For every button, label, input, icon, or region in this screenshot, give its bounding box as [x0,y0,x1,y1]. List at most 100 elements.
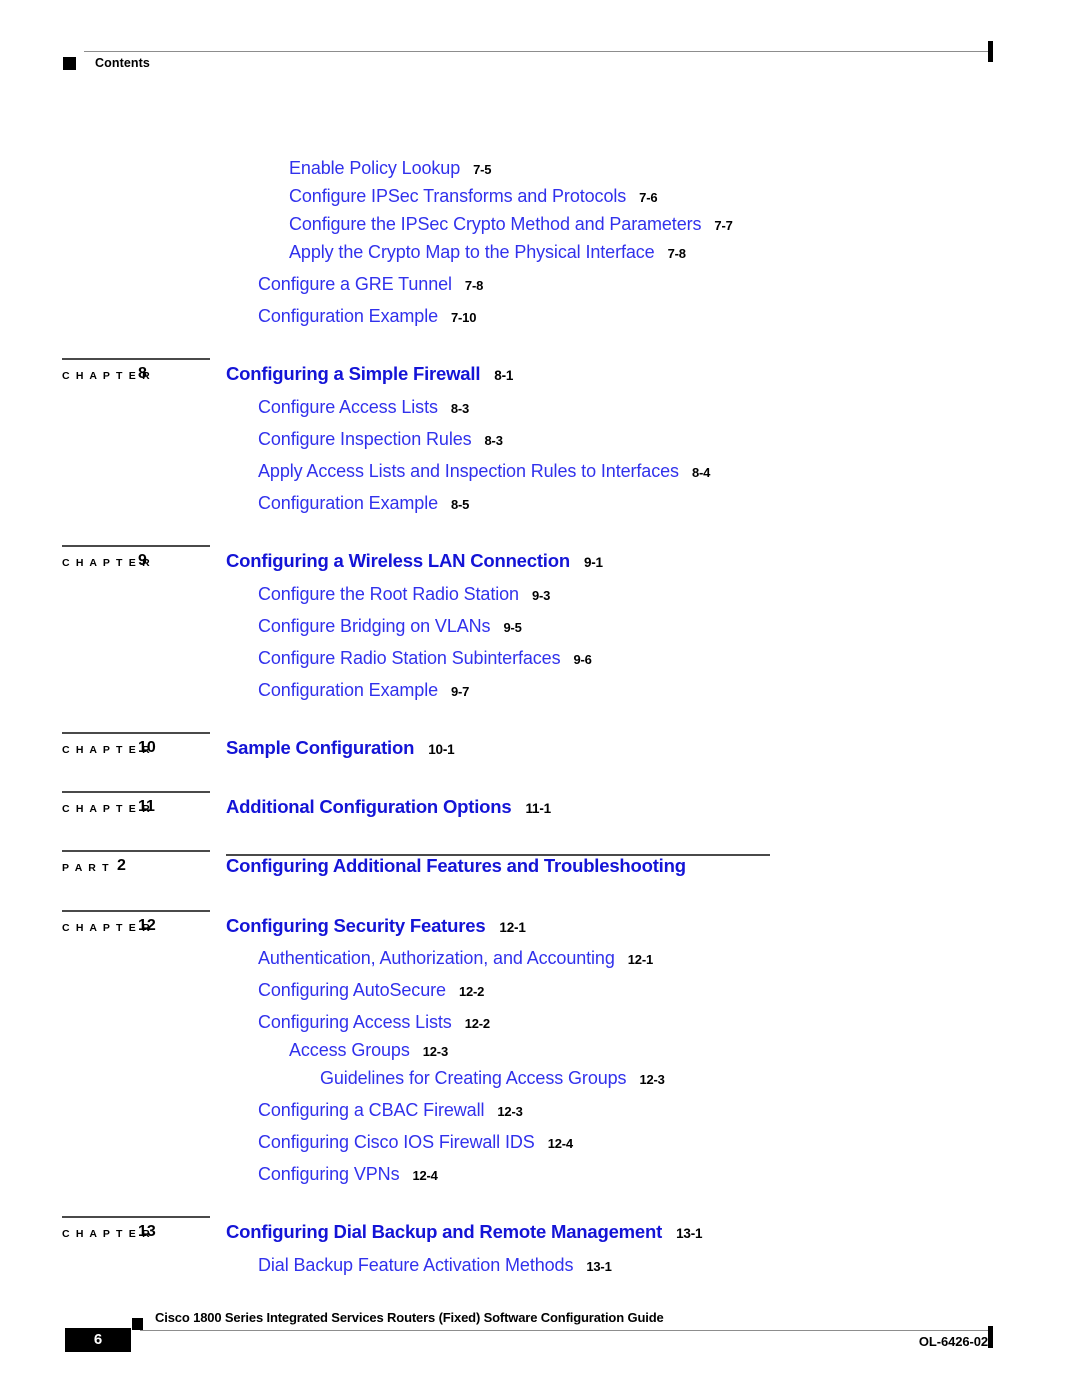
toc-entry[interactable]: Configuring VPNs 12-4 [258,1158,438,1192]
toc-entry[interactable]: Configuration Example 8-5 [258,487,469,521]
toc-entry[interactable]: Configuration Example 7-10 [258,300,476,334]
toc-entry[interactable]: Configuring AutoSecure 12-2 [258,974,484,1008]
toc-entry-title[interactable]: Configure the IPSec Crypto Method and Pa… [289,214,702,234]
toc-entry-page[interactable]: 9-5 [503,620,521,635]
toc-row: Configuration Example 9-7 [0,674,1080,706]
toc-entry-title[interactable]: Authentication, Authorization, and Accou… [258,948,615,968]
toc-entry-title[interactable]: Configure the Root Radio Station [258,584,519,604]
toc-entry-page[interactable]: 7-5 [473,162,491,177]
toc-entry-title[interactable]: Configuring AutoSecure [258,980,446,1000]
toc-entry-title[interactable]: Dial Backup Feature Activation Methods [258,1255,573,1275]
toc-entry[interactable]: Configuring Additional Features and Trou… [226,850,686,882]
toc-row: Configuring Cisco IOS Firewall IDS 12-4 [0,1126,1080,1158]
toc-entry-title[interactable]: Configuring a Wireless LAN Connection [226,550,570,571]
toc-entry[interactable]: Configuring Cisco IOS Firewall IDS 12-4 [258,1126,573,1160]
page-number: 6 [93,1331,103,1348]
part-marker: P A R T 2 [62,850,212,882]
toc-entry-title[interactable]: Configuration Example [258,306,438,326]
toc-entry[interactable]: Dial Backup Feature Activation Methods 13… [258,1249,612,1283]
toc-entry[interactable]: Authentication, Authorization, and Accou… [258,942,653,976]
toc-entry[interactable]: Configure a GRE Tunnel 7-8 [258,268,483,302]
toc-entry-page[interactable]: 8-4 [692,465,710,480]
toc-entry[interactable]: Configuring a CBAC Firewall 12-3 [258,1094,523,1128]
part-label: P A R T [62,862,111,874]
document-title: Cisco 1800 Series Integrated Services Ro… [155,1310,664,1325]
toc-entry-page[interactable]: 8-1 [494,368,513,383]
toc-entry[interactable]: Configuring Dial Backup and Remote Manag… [226,1216,703,1250]
toc-entry-page[interactable]: 7-10 [451,310,476,325]
toc-entry[interactable]: Configuring a Simple Firewall 8-1 [226,358,513,392]
toc-entry[interactable]: Configure Inspection Rules 8-3 [258,423,503,457]
marker-rule [62,545,210,547]
toc-entry[interactable]: Configure Access Lists 8-3 [258,391,469,425]
toc-entry[interactable]: Configuration Example 9-7 [258,674,469,708]
toc-entry-title[interactable]: Configuring Dial Backup and Remote Manag… [226,1221,662,1242]
toc-entry-title[interactable]: Configure a GRE Tunnel [258,274,452,294]
page-footer: 6 Cisco 1800 Series Integrated Services … [0,1290,1080,1397]
toc-entry-page[interactable]: 12-1 [628,952,653,967]
document-id: OL-6426-02 [918,1334,988,1349]
chapter-marker: C H A P T E R 10 [62,732,212,764]
toc-entry[interactable]: Sample Configuration 10-1 [226,732,455,766]
toc-entry-page[interactable]: 12-2 [459,984,484,999]
toc-entry[interactable]: Apply Access Lists and Inspection Rules … [258,455,710,489]
toc-entry-page[interactable]: 12-3 [639,1072,664,1087]
toc-entry-title[interactable]: Configuration Example [258,493,438,513]
toc-entry-page[interactable]: 7-8 [668,246,686,261]
toc-entry-title[interactable]: Configuring Cisco IOS Firewall IDS [258,1132,535,1152]
toc-row: Configuration Example 8-5 [0,487,1080,519]
toc-entry-page[interactable]: 7-6 [639,190,657,205]
toc-entry-page[interactable]: 10-1 [428,742,454,757]
toc-row: Configuring VPNs 12-4 [0,1158,1080,1190]
toc-entry-title[interactable]: Configure Radio Station Subinterfaces [258,648,561,668]
toc-entry-page[interactable]: 9-1 [584,555,603,570]
toc-entry-page[interactable]: 12-4 [548,1136,573,1151]
toc-entry[interactable]: Additional Configuration Options 11-1 [226,791,551,825]
page-header: Contents [0,0,1080,90]
toc-entry-title[interactable]: Configuring a Simple Firewall [226,363,480,384]
toc-entry[interactable]: Configure Radio Station Subinterfaces 9-6 [258,642,592,676]
toc-entry-page[interactable]: 12-3 [497,1104,522,1119]
toc-entry-title[interactable]: Configuring VPNs [258,1164,400,1184]
toc-entry-page[interactable]: 9-6 [574,652,592,667]
toc-entry-title[interactable]: Apply Access Lists and Inspection Rules … [258,461,679,481]
toc-entry-page[interactable]: 8-3 [451,401,469,416]
toc-entry-title[interactable]: Guidelines for Creating Access Groups [320,1068,627,1088]
toc-entry-page[interactable]: 8-3 [485,433,503,448]
toc-entry-page[interactable]: 9-7 [451,684,469,699]
toc-entry[interactable]: Guidelines for Creating Access Groups 12-… [320,1062,665,1096]
toc-entry-page[interactable]: 12-4 [412,1168,437,1183]
toc-entry-title[interactable]: Enable Policy Lookup [289,158,460,178]
black-square-icon [132,1318,143,1330]
toc-entry[interactable]: Configure Bridging on VLANs 9-5 [258,610,522,644]
toc-entry[interactable]: Configure the Root Radio Station 9-3 [258,578,550,612]
toc-entry-page[interactable]: 13-1 [676,1226,702,1241]
toc-entry-page[interactable]: 13-1 [586,1259,611,1274]
toc-row: C H A P T E R 10 Sample Configuration 10-1 [0,732,1080,764]
toc-entry-page[interactable]: 12-2 [465,1016,490,1031]
toc-entry[interactable]: Configuring Security Features 12-1 [226,910,526,944]
toc-row: C H A P T E R 9 Configuring a Wireless LAN… [0,545,1080,577]
toc-entry[interactable]: Apply the Crypto Map to the Physical Int… [289,236,686,270]
toc-entry-page[interactable]: 12-1 [499,920,525,935]
toc-entry-page[interactable]: 9-3 [532,588,550,603]
toc-entry-title[interactable]: Configuring a CBAC Firewall [258,1100,484,1120]
toc-entry-title[interactable]: Configure Bridging on VLANs [258,616,491,636]
toc-entry-title[interactable]: Configure Access Lists [258,397,438,417]
toc-entry[interactable]: Configuring a Wireless LAN Connection 9-1 [226,545,603,579]
toc-entry-title[interactable]: Additional Configuration Options [226,796,512,817]
toc-entry-title[interactable]: Configuring Additional Features and Trou… [226,855,686,876]
toc-entry-title[interactable]: Configuring Security Features [226,915,486,936]
toc-entry-page[interactable]: 12-3 [423,1044,448,1059]
toc-entry-page[interactable]: 7-8 [465,278,483,293]
toc-entry-title[interactable]: Configure IPSec Transforms and Protocols [289,186,626,206]
toc-entry-title[interactable]: Configure Inspection Rules [258,429,472,449]
toc-entry-title[interactable]: Access Groups [289,1040,410,1060]
toc-entry-title[interactable]: Apply the Crypto Map to the Physical Int… [289,242,655,262]
toc-entry-title[interactable]: Configuration Example [258,680,438,700]
toc-entry-page[interactable]: 11-1 [525,801,551,816]
toc-entry-title[interactable]: Configuring Access Lists [258,1012,452,1032]
toc-entry-page[interactable]: 8-5 [451,497,469,512]
toc-entry-title[interactable]: Sample Configuration [226,737,414,758]
toc-entry-page[interactable]: 7-7 [714,218,732,233]
